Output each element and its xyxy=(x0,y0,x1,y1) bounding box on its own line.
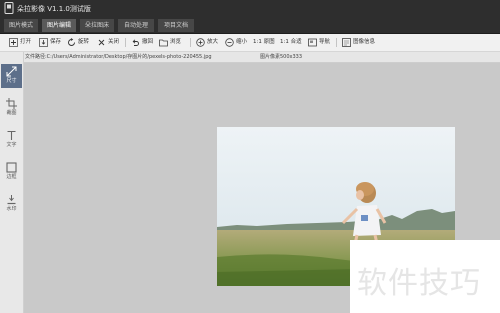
navigator-label: 导航 xyxy=(319,39,331,45)
close-button[interactable]: 关闭 xyxy=(97,37,119,48)
tab-bar: 图片模式 图片编辑 朵拉图床 自动处理 项目文档 xyxy=(0,17,500,34)
edit-tools-sidebar: 尺寸 裁图 文字 边框 水印 xyxy=(0,52,24,313)
save-button[interactable]: 保存 xyxy=(39,37,61,48)
plus-icon xyxy=(9,38,18,47)
sidebar-label-crop: 裁图 xyxy=(6,110,17,116)
image-size-text: 图片像素500x333 xyxy=(260,54,303,60)
sidebar-item-watermark[interactable]: 水印 xyxy=(1,192,22,216)
app-logo-icon xyxy=(4,2,14,14)
close-icon xyxy=(98,39,105,46)
open-label: 打开 xyxy=(20,39,32,45)
toolbar-divider xyxy=(336,38,337,47)
save-icon xyxy=(39,38,48,47)
sidebar-item-resize[interactable]: 尺寸 xyxy=(1,64,22,88)
image-info-button[interactable]: 图像信息 xyxy=(342,37,375,48)
undo-button[interactable]: 撤回 xyxy=(131,37,153,48)
undo-icon xyxy=(132,39,139,46)
save-label: 保存 xyxy=(50,39,62,45)
toolbar-divider xyxy=(125,38,126,47)
toolbar: 打开 保存 旋转 关闭 撤回 浏览 放大 缩小 1:1 原图 1:1 合适 导航… xyxy=(0,34,500,52)
tab-image-edit[interactable]: 图片编辑 xyxy=(42,19,76,32)
rotate-label: 旋转 xyxy=(78,39,90,45)
text-icon xyxy=(7,130,16,140)
toolbar-divider xyxy=(190,38,191,47)
image-info-label: 图像信息 xyxy=(353,39,376,45)
undo-label: 撤回 xyxy=(142,39,154,45)
sidebar-item-crop[interactable]: 裁图 xyxy=(1,96,22,120)
title-bar: 朵拉影像 V1.1.0测试版 xyxy=(0,0,500,17)
sidebar-label-watermark: 水印 xyxy=(6,206,17,212)
zoom-in-label: 放大 xyxy=(207,39,219,45)
rotate-icon xyxy=(68,38,75,46)
browse-button[interactable]: 浏览 xyxy=(159,37,181,48)
crop-icon xyxy=(6,98,17,109)
tab-image-mode[interactable]: 图片模式 xyxy=(4,19,38,32)
zoom-out-icon xyxy=(225,38,234,47)
navigator-button[interactable]: 导航 xyxy=(308,37,330,48)
border-icon xyxy=(6,162,17,173)
folder-icon xyxy=(159,39,168,47)
zoom-in-button[interactable]: 放大 xyxy=(196,37,218,48)
sidebar-label-resize: 尺寸 xyxy=(6,78,17,84)
zoom-in-icon xyxy=(196,38,205,47)
rotate-button[interactable]: 旋转 xyxy=(67,37,89,48)
sidebar-item-border[interactable]: 边框 xyxy=(1,160,22,184)
zoom-out-label: 缩小 xyxy=(236,39,248,45)
image-info-icon xyxy=(342,38,351,47)
file-path-text: 文件路径:C:/Users/Administrator/Desktop/存图片的… xyxy=(25,54,212,60)
sidebar-label-border: 边框 xyxy=(6,174,17,180)
watermark-icon xyxy=(7,195,16,205)
tab-auto-process[interactable]: 自动处理 xyxy=(118,19,154,32)
navigator-icon xyxy=(308,38,317,47)
tab-image-host[interactable]: 朵拉图床 xyxy=(80,19,114,32)
fit-label: 1:1 合适 xyxy=(280,39,302,45)
zoom-out-button[interactable]: 缩小 xyxy=(225,37,247,48)
browse-label: 浏览 xyxy=(170,39,182,45)
original-size-label: 1:1 原图 xyxy=(253,39,275,45)
close-label: 关闭 xyxy=(108,39,120,45)
resize-icon xyxy=(6,66,17,77)
open-button[interactable]: 打开 xyxy=(9,37,31,48)
app-title: 朵拉影像 V1.1.0测试版 xyxy=(17,5,91,13)
sidebar-item-text[interactable]: 文字 xyxy=(1,128,22,152)
fit-button[interactable]: 1:1 合适 xyxy=(280,37,302,48)
original-size-button[interactable]: 1:1 原图 xyxy=(253,37,275,48)
file-path-bar: 文件路径:C:/Users/Administrator/Desktop/存图片的… xyxy=(24,52,500,63)
sidebar-label-text: 文字 xyxy=(6,142,17,148)
tab-project-docs[interactable]: 项目文档 xyxy=(158,19,194,32)
watermark-text: 软件技巧 xyxy=(357,266,481,301)
